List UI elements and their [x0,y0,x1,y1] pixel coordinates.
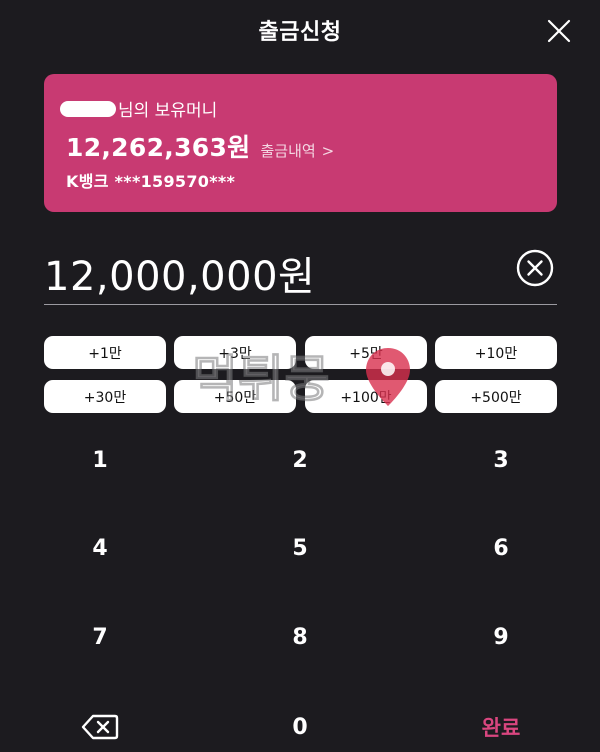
quick-amount-button[interactable]: +100만 [305,380,427,413]
bank-account: K뱅크 ***159570*** [66,172,236,191]
masked-owner-name [60,100,116,117]
key-4[interactable]: 4 [40,513,160,583]
amount-value: 12,000,000원 [44,254,316,300]
history-label: 출금내역 [260,142,316,160]
close-icon [547,19,571,43]
key-5[interactable]: 5 [240,513,360,583]
owner-suffix-label: 님의 보유머니 [118,101,218,121]
balance-amount: 12,262,363원 [66,133,251,162]
quick-amount-button[interactable]: +5만 [305,336,427,369]
header: 출금신청 [0,0,600,62]
page-title: 출금신청 [258,20,342,45]
key-7[interactable]: 7 [40,602,160,672]
key-1[interactable]: 1 [40,425,160,495]
backspace-button[interactable] [40,692,160,752]
close-button[interactable] [544,16,574,46]
clear-circle-icon [516,249,554,287]
quick-amount-button[interactable]: +3만 [174,336,296,369]
quick-amount-button[interactable]: +1만 [44,336,166,369]
clear-amount-button[interactable] [515,248,555,288]
amount-field: 12,000,000원 [44,238,557,305]
key-9[interactable]: 9 [441,602,561,672]
number-keypad: 1 2 3 4 5 6 7 8 9 0 완료 [0,420,600,752]
quick-amount-button[interactable]: +10만 [435,336,557,369]
owner-row: 님의 보유머니 [60,96,217,121]
quick-amount-button[interactable]: +500만 [435,380,557,413]
key-6[interactable]: 6 [441,513,561,583]
balance-row: 12,262,363원 출금내역 > [66,128,334,164]
quick-amount-button[interactable]: +30만 [44,380,166,413]
withdrawal-screen: 출금신청 님의 보유머니 12,262,363원 출금내역 > K뱅크 ***1… [0,0,600,752]
quick-amount-button[interactable]: +50만 [174,380,296,413]
done-button[interactable]: 완료 [441,692,561,752]
backspace-icon [81,714,119,740]
balance-card: 님의 보유머니 12,262,363원 출금내역 > K뱅크 ***159570… [44,74,557,212]
key-0[interactable]: 0 [240,692,360,752]
key-2[interactable]: 2 [240,425,360,495]
key-8[interactable]: 8 [240,602,360,672]
key-3[interactable]: 3 [441,425,561,495]
withdrawal-history-link[interactable]: 출금내역 > [260,140,334,161]
chevron-right-icon: > [321,141,335,160]
